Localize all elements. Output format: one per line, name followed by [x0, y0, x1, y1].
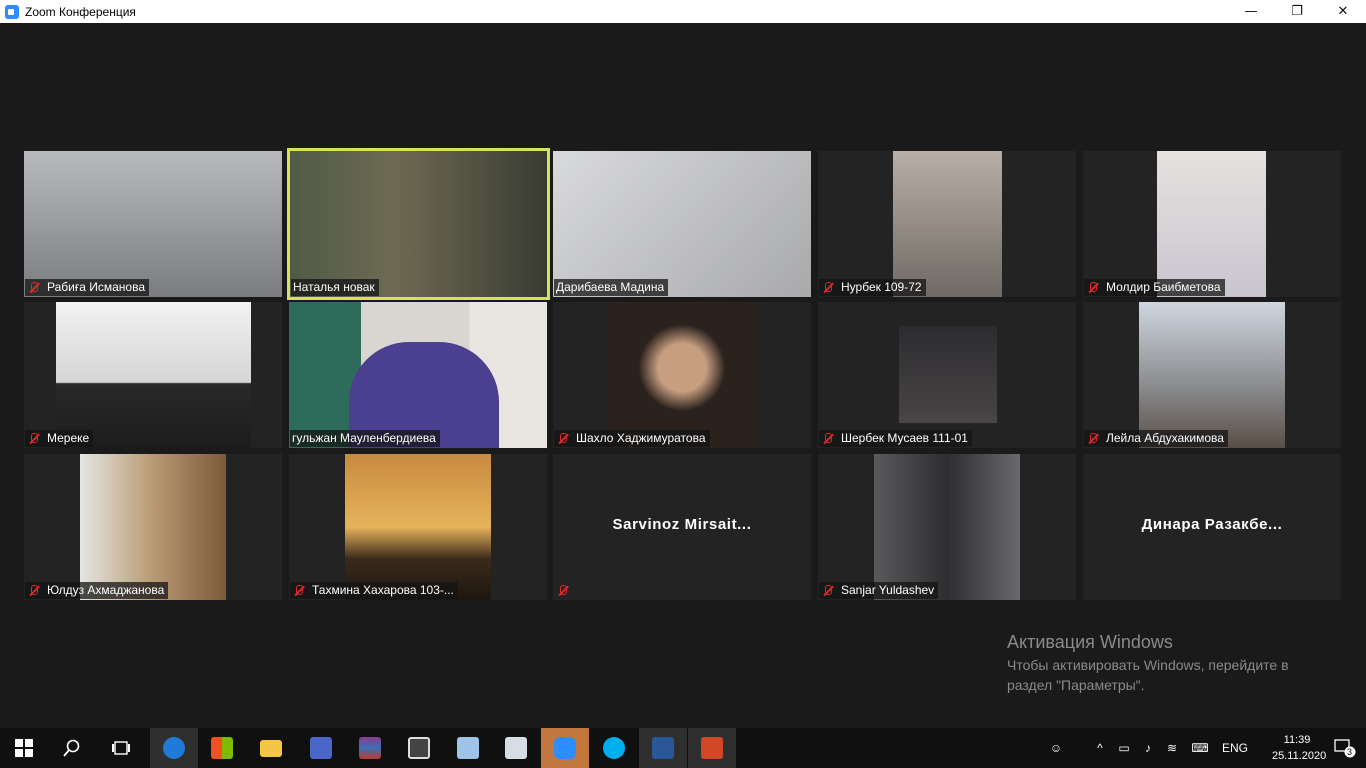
title-bar: Zoom Конференция — ❐ ✕	[0, 0, 1366, 23]
participant-label: Тахмина Хахарова 103-...	[290, 582, 458, 599]
zoom-logo-icon	[5, 4, 19, 19]
windows-start-icon[interactable]	[0, 728, 48, 768]
participant-label: Рабиға Исманова	[25, 279, 150, 296]
winrar-icon[interactable]	[346, 728, 394, 768]
windows-activation-watermark: Активация Windows Чтобы активировать Win…	[1007, 632, 1327, 695]
participant-label: Шахло Хаджимуратова	[554, 430, 710, 447]
muted-mic-icon	[556, 432, 570, 446]
participant-tile[interactable]: Дарибаева Мадина	[553, 151, 811, 297]
participant-tile-no-video[interactable]: Sarvinoz Mirsait...	[553, 454, 811, 600]
participant-tile-no-video[interactable]: Динара Разакбе...	[1083, 454, 1341, 600]
muted-mic-icon	[292, 584, 306, 598]
muted-mic-icon	[27, 281, 41, 295]
participant-label: Юлдуз Ахмаджанова	[25, 582, 169, 599]
participant-label: Лейла Абдухакимова	[1084, 430, 1228, 447]
notification-center-icon[interactable]: 3	[1334, 738, 1356, 758]
participant-video	[1157, 151, 1266, 297]
system-tray: ☺ ^ ▭ ♪ ≋ ⌨ ENG	[1046, 728, 1248, 768]
maximize-button[interactable]: ❐	[1274, 0, 1320, 23]
muted-mic-icon	[821, 281, 835, 295]
participant-label: Шербек Мусаев 111-01	[819, 430, 972, 447]
notepad-icon[interactable]	[444, 728, 492, 768]
participant-video	[553, 151, 811, 297]
participant-display-name: Sarvinoz Mirsait...	[612, 516, 752, 533]
store-icon[interactable]	[198, 728, 246, 768]
window-title: Zoom Конференция	[25, 4, 136, 19]
participant-tile[interactable]: Sanjar Yuldashev	[818, 454, 1076, 600]
participant-tile[interactable]: Шербек Мусаев 111-01	[818, 302, 1076, 448]
participant-video	[56, 302, 251, 448]
activation-line-2: раздел "Параметры".	[1007, 677, 1145, 693]
participant-label: Наталья новак	[291, 279, 379, 296]
volume-icon[interactable]: ♪	[1140, 741, 1156, 755]
participant-tile[interactable]: Шахло Хаджимуратова	[553, 302, 811, 448]
participant-video	[290, 151, 547, 297]
search-icon[interactable]	[48, 728, 96, 768]
participant-tile[interactable]: Тахмина Хахарова 103-...	[289, 454, 547, 600]
battery-icon[interactable]: ▭	[1116, 741, 1132, 755]
muted-mic-icon	[27, 584, 41, 598]
keyboard-icon[interactable]: ⌨	[1188, 741, 1212, 755]
participant-avatar-image	[345, 454, 491, 600]
chevron-up-icon[interactable]: ^	[1092, 741, 1108, 755]
taskbar: ☺ ^ ▭ ♪ ≋ ⌨ ENG 11:39 25.11.2020 3	[0, 728, 1366, 768]
participant-tile[interactable]: Нурбек 109-72	[818, 151, 1076, 297]
wifi-icon[interactable]: ≋	[1164, 741, 1180, 755]
zoom-icon[interactable]	[541, 728, 589, 768]
participant-label: Sanjar Yuldashev	[819, 582, 939, 599]
people-icon[interactable]: ☺	[1046, 741, 1066, 755]
notification-count: 3	[1347, 747, 1353, 757]
participant-label: Молдир Баибметова	[1084, 279, 1225, 296]
participant-tile[interactable]: гульжан Мауленбердиева	[289, 302, 547, 448]
participant-video	[609, 302, 755, 448]
disk-icon[interactable]	[297, 728, 345, 768]
muted-mic-icon	[1086, 432, 1100, 446]
calculator-icon[interactable]	[395, 728, 443, 768]
muted-mic-icon	[821, 584, 835, 598]
word-icon[interactable]	[639, 728, 687, 768]
muted-mic-icon	[27, 432, 41, 446]
edge-icon[interactable]	[150, 728, 198, 768]
clock-time: 11:39	[1283, 734, 1311, 746]
participant-video	[1139, 302, 1285, 448]
language-indicator[interactable]: ENG	[1222, 741, 1248, 755]
close-button[interactable]: ✕	[1320, 0, 1366, 23]
participant-label: гульжан Мауленбердиева	[290, 430, 440, 447]
documents-icon[interactable]	[492, 728, 540, 768]
muted-mic-icon	[821, 432, 835, 446]
participant-label: Мереке	[25, 430, 94, 447]
participant-avatar-image	[80, 454, 226, 600]
participant-tile[interactable]: Рабиға Исманова	[24, 151, 282, 297]
task-view-icon[interactable]	[97, 728, 145, 768]
powerpoint-icon[interactable]	[688, 728, 736, 768]
participant-label	[554, 582, 580, 599]
minimize-button[interactable]: —	[1228, 0, 1274, 23]
activation-line-1: Чтобы активировать Windows, перейдите в	[1007, 657, 1289, 673]
participant-label: Дарибаева Мадина	[554, 279, 669, 296]
participant-video	[893, 151, 1002, 297]
participant-tile[interactable]: Юлдуз Ахмаджанова	[24, 454, 282, 600]
skype-icon[interactable]	[590, 728, 638, 768]
participant-tile-active[interactable]: Наталья новак	[287, 148, 550, 300]
participant-avatar-image	[899, 326, 997, 423]
participant-tile[interactable]: Мереке	[24, 302, 282, 448]
participant-avatar-image	[874, 454, 1020, 600]
participant-tile[interactable]: Лейла Абдухакимова	[1083, 302, 1341, 448]
activation-title: Активация Windows	[1007, 632, 1173, 652]
window-controls: — ❐ ✕	[1228, 0, 1366, 23]
clock[interactable]: 11:39 25.11.2020	[1272, 732, 1327, 764]
participant-label: Нурбек 109-72	[819, 279, 926, 296]
muted-mic-icon	[1086, 281, 1100, 295]
clock-date: 25.11.2020	[1272, 750, 1327, 762]
muted-mic-icon	[556, 584, 570, 598]
participant-video	[24, 151, 282, 297]
participant-display-name: Динара Разакбе...	[1141, 516, 1283, 533]
participant-tile[interactable]: Молдир Баибметова	[1083, 151, 1341, 297]
file-explorer-icon[interactable]	[247, 728, 295, 768]
gallery-view: Рабиға Исманова Наталья новак Дарибаева …	[0, 23, 1366, 728]
